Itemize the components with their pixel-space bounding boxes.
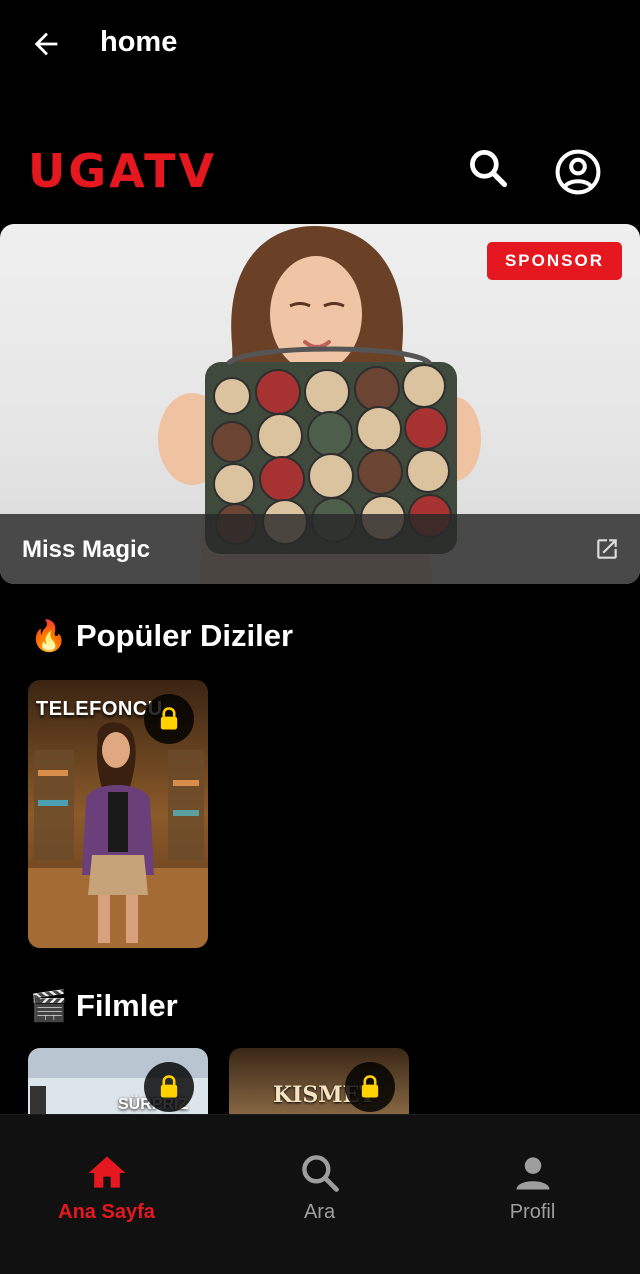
lock-icon [160,1075,178,1098]
banner-title: Miss Magic [22,536,151,563]
app-bar-title: home [100,26,178,58]
series-poster-card[interactable]: TELEFONCU [28,680,208,948]
nav-label-profile: Profil [509,1201,556,1223]
section-popular-title: 🔥 Popüler Diziler [30,618,293,654]
nav-label-home: Ana Sayfa [58,1201,155,1223]
home-icon [88,1156,125,1188]
person-icon [516,1157,549,1190]
section-popular-label: Popüler Diziler [76,618,294,653]
search-icon[interactable] [466,146,510,190]
nav-item-profile[interactable]: Profil [426,1115,639,1274]
back-button[interactable] [26,24,66,64]
external-link-icon[interactable] [594,536,620,562]
search-icon [301,1155,339,1192]
sponsor-banner[interactable]: SPONSOR Miss Magic [0,224,640,584]
lock-icon [160,707,178,730]
sponsor-badge: SPONSOR [486,242,622,280]
nav-label-search: Ara [303,1201,336,1223]
header: UGATV [0,140,640,200]
section-movies-title: 🎬 Filmler [30,988,178,1024]
lock-badge [144,694,194,744]
arrow-left-icon [34,32,58,56]
logo: UGATV [28,144,218,198]
account-circle-icon[interactable] [554,148,602,196]
nav-item-search[interactable]: Ara [213,1115,426,1274]
nav-item-home[interactable]: Ana Sayfa [0,1115,213,1274]
banner-caption-bar: Miss Magic [0,514,640,584]
fire-icon: 🔥 [30,619,68,653]
section-movies-label: Filmler [76,988,178,1023]
lock-badge [144,1062,194,1112]
lock-badge [345,1062,395,1112]
bottom-navigation: Ana Sayfa Ara Profil [0,1114,640,1274]
clapperboard-icon: 🎬 [30,989,68,1023]
app-bar: home [0,0,640,88]
lock-icon [361,1075,379,1098]
